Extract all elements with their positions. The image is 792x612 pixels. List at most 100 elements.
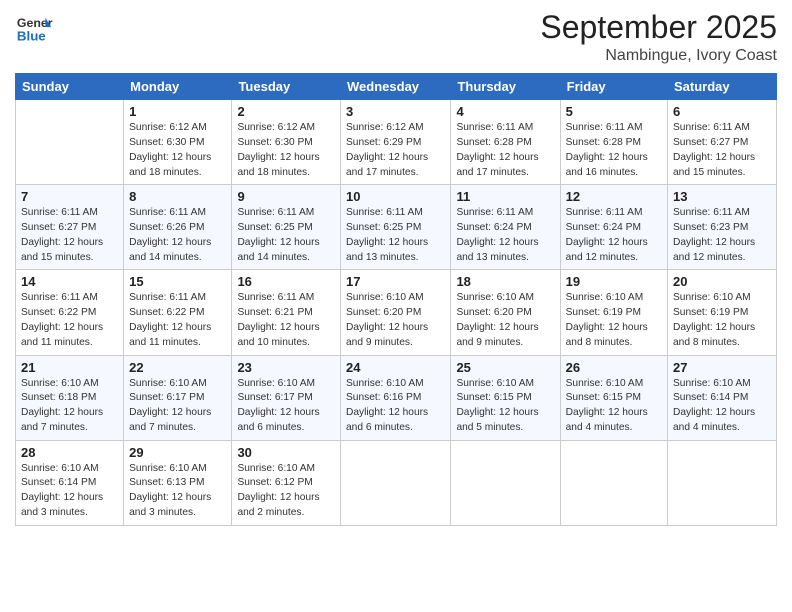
day-info: Sunrise: 6:12 AMSunset: 6:29 PMDaylight:… [346, 121, 445, 180]
table-cell [668, 440, 777, 525]
header: General Blue September 2025 Nambingue, I… [15, 10, 777, 65]
location-subtitle: Nambingue, Ivory Coast [540, 47, 777, 65]
table-cell: 30 Sunrise: 6:10 AMSunset: 6:12 PMDayligh… [232, 440, 341, 525]
table-cell: 11Sunrise: 6:11 AMSunset: 6:24 PMDayligh… [451, 185, 560, 270]
col-tuesday: Tuesday [232, 74, 341, 100]
table-cell: 3 Sunrise: 6:12 AMSunset: 6:29 PMDaylight… [341, 100, 451, 185]
day-number: 20 [673, 274, 771, 289]
table-cell: 9Sunrise: 6:11 AMSunset: 6:25 PMDaylight… [232, 185, 341, 270]
page: General Blue September 2025 Nambingue, I… [0, 0, 792, 612]
day-number: 16 [237, 274, 335, 289]
table-cell: 19 Sunrise: 6:10 AMSunset: 6:19 PMDayligh… [560, 270, 667, 355]
table-cell: 27Sunrise: 6:10 AMSunset: 6:14 PMDayligh… [668, 355, 777, 440]
day-info: Sunrise: 6:12 AMSunset: 6:30 PMDaylight:… [129, 121, 226, 180]
day-info: Sunrise: 6:11 AMSunset: 6:24 PMDaylight:… [566, 206, 662, 265]
day-number: 6 [673, 104, 771, 119]
day-info: Sunrise: 6:10 AMSunset: 6:14 PMDaylight:… [21, 462, 118, 521]
day-number: 26 [566, 360, 662, 375]
day-info: Sunrise: 6:11 AMSunset: 6:24 PMDaylight:… [456, 206, 554, 265]
table-cell: 24Sunrise: 6:10 AMSunset: 6:16 PMDayligh… [341, 355, 451, 440]
table-cell: 29 Sunrise: 6:10 AMSunset: 6:13 PMDayligh… [124, 440, 232, 525]
table-cell: 14 Sunrise: 6:11 AMSunset: 6:22 PMDayligh… [16, 270, 124, 355]
day-number: 2 [237, 104, 335, 119]
day-info: Sunrise: 6:10 AMSunset: 6:15 PMDaylight:… [566, 377, 662, 436]
week-row-4: 21 Sunrise: 6:10 AMSunset: 6:18 PMDayligh… [16, 355, 777, 440]
table-cell: 5 Sunrise: 6:11 AMSunset: 6:28 PMDaylight… [560, 100, 667, 185]
logo: General Blue [15, 10, 55, 48]
day-info: Sunrise: 6:11 AMSunset: 6:27 PMDaylight:… [673, 121, 771, 180]
day-info: Sunrise: 6:10 AMSunset: 6:19 PMDaylight:… [673, 291, 771, 350]
svg-text:Blue: Blue [17, 28, 46, 43]
day-info: Sunrise: 6:10 AMSunset: 6:14 PMDaylight:… [673, 377, 771, 436]
table-cell: 2Sunrise: 6:12 AMSunset: 6:30 PMDaylight… [232, 100, 341, 185]
day-number: 14 [21, 274, 118, 289]
day-number: 30 [237, 445, 335, 460]
day-number: 13 [673, 189, 771, 204]
day-number: 29 [129, 445, 226, 460]
day-info: Sunrise: 6:11 AMSunset: 6:23 PMDaylight:… [673, 206, 771, 265]
table-cell: 12Sunrise: 6:11 AMSunset: 6:24 PMDayligh… [560, 185, 667, 270]
day-number: 21 [21, 360, 118, 375]
day-info: Sunrise: 6:10 AMSunset: 6:17 PMDaylight:… [237, 377, 335, 436]
day-info: Sunrise: 6:10 AMSunset: 6:19 PMDaylight:… [566, 291, 662, 350]
day-number: 4 [456, 104, 554, 119]
day-number: 1 [129, 104, 226, 119]
col-sunday: Sunday [16, 74, 124, 100]
day-number: 28 [21, 445, 118, 460]
table-cell: 23Sunrise: 6:10 AMSunset: 6:17 PMDayligh… [232, 355, 341, 440]
table-cell: 4 Sunrise: 6:11 AMSunset: 6:28 PMDaylight… [451, 100, 560, 185]
day-info: Sunrise: 6:11 AMSunset: 6:22 PMDaylight:… [21, 291, 118, 350]
day-info: Sunrise: 6:10 AMSunset: 6:18 PMDaylight:… [21, 377, 118, 436]
table-cell: 26 Sunrise: 6:10 AMSunset: 6:15 PMDayligh… [560, 355, 667, 440]
table-cell: 10Sunrise: 6:11 AMSunset: 6:25 PMDayligh… [341, 185, 451, 270]
day-number: 19 [566, 274, 662, 289]
table-cell [560, 440, 667, 525]
month-title: September 2025 [540, 10, 777, 45]
table-cell [451, 440, 560, 525]
day-number: 24 [346, 360, 445, 375]
day-number: 3 [346, 104, 445, 119]
day-info: Sunrise: 6:10 AMSunset: 6:15 PMDaylight:… [456, 377, 554, 436]
table-cell: 15 Sunrise: 6:11 AMSunset: 6:22 PMDayligh… [124, 270, 232, 355]
day-info: Sunrise: 6:11 AMSunset: 6:21 PMDaylight:… [237, 291, 335, 350]
week-row-2: 7 Sunrise: 6:11 AMSunset: 6:27 PMDaylight… [16, 185, 777, 270]
table-cell: 13 Sunrise: 6:11 AMSunset: 6:23 PMDayligh… [668, 185, 777, 270]
col-monday: Monday [124, 74, 232, 100]
day-number: 7 [21, 189, 118, 204]
day-info: Sunrise: 6:11 AMSunset: 6:22 PMDaylight:… [129, 291, 226, 350]
day-info: Sunrise: 6:11 AMSunset: 6:28 PMDaylight:… [566, 121, 662, 180]
col-friday: Friday [560, 74, 667, 100]
col-saturday: Saturday [668, 74, 777, 100]
day-number: 5 [566, 104, 662, 119]
table-cell: 8Sunrise: 6:11 AMSunset: 6:26 PMDaylight… [124, 185, 232, 270]
day-info: Sunrise: 6:10 AMSunset: 6:20 PMDaylight:… [456, 291, 554, 350]
day-info: Sunrise: 6:11 AMSunset: 6:27 PMDaylight:… [21, 206, 118, 265]
day-number: 9 [237, 189, 335, 204]
table-cell [341, 440, 451, 525]
day-number: 15 [129, 274, 226, 289]
day-info: Sunrise: 6:11 AMSunset: 6:26 PMDaylight:… [129, 206, 226, 265]
table-cell: 6 Sunrise: 6:11 AMSunset: 6:27 PMDaylight… [668, 100, 777, 185]
table-cell: 17Sunrise: 6:10 AMSunset: 6:20 PMDayligh… [341, 270, 451, 355]
table-cell: 16 Sunrise: 6:11 AMSunset: 6:21 PMDayligh… [232, 270, 341, 355]
day-number: 10 [346, 189, 445, 204]
table-cell: 28 Sunrise: 6:10 AMSunset: 6:14 PMDayligh… [16, 440, 124, 525]
day-info: Sunrise: 6:10 AMSunset: 6:13 PMDaylight:… [129, 462, 226, 521]
table-cell: 22Sunrise: 6:10 AMSunset: 6:17 PMDayligh… [124, 355, 232, 440]
table-cell: 20 Sunrise: 6:10 AMSunset: 6:19 PMDayligh… [668, 270, 777, 355]
day-info: Sunrise: 6:10 AMSunset: 6:12 PMDaylight:… [237, 462, 335, 521]
day-info: Sunrise: 6:10 AMSunset: 6:17 PMDaylight:… [129, 377, 226, 436]
col-wednesday: Wednesday [341, 74, 451, 100]
day-number: 25 [456, 360, 554, 375]
table-cell: 21 Sunrise: 6:10 AMSunset: 6:18 PMDayligh… [16, 355, 124, 440]
week-row-3: 14 Sunrise: 6:11 AMSunset: 6:22 PMDayligh… [16, 270, 777, 355]
table-cell: 25 Sunrise: 6:10 AMSunset: 6:15 PMDayligh… [451, 355, 560, 440]
col-thursday: Thursday [451, 74, 560, 100]
table-cell [16, 100, 124, 185]
week-row-5: 28 Sunrise: 6:10 AMSunset: 6:14 PMDayligh… [16, 440, 777, 525]
day-info: Sunrise: 6:11 AMSunset: 6:28 PMDaylight:… [456, 121, 554, 180]
day-number: 18 [456, 274, 554, 289]
title-block: September 2025 Nambingue, Ivory Coast [540, 10, 777, 65]
table-cell: 7 Sunrise: 6:11 AMSunset: 6:27 PMDaylight… [16, 185, 124, 270]
logo-icon: General Blue [15, 10, 53, 48]
